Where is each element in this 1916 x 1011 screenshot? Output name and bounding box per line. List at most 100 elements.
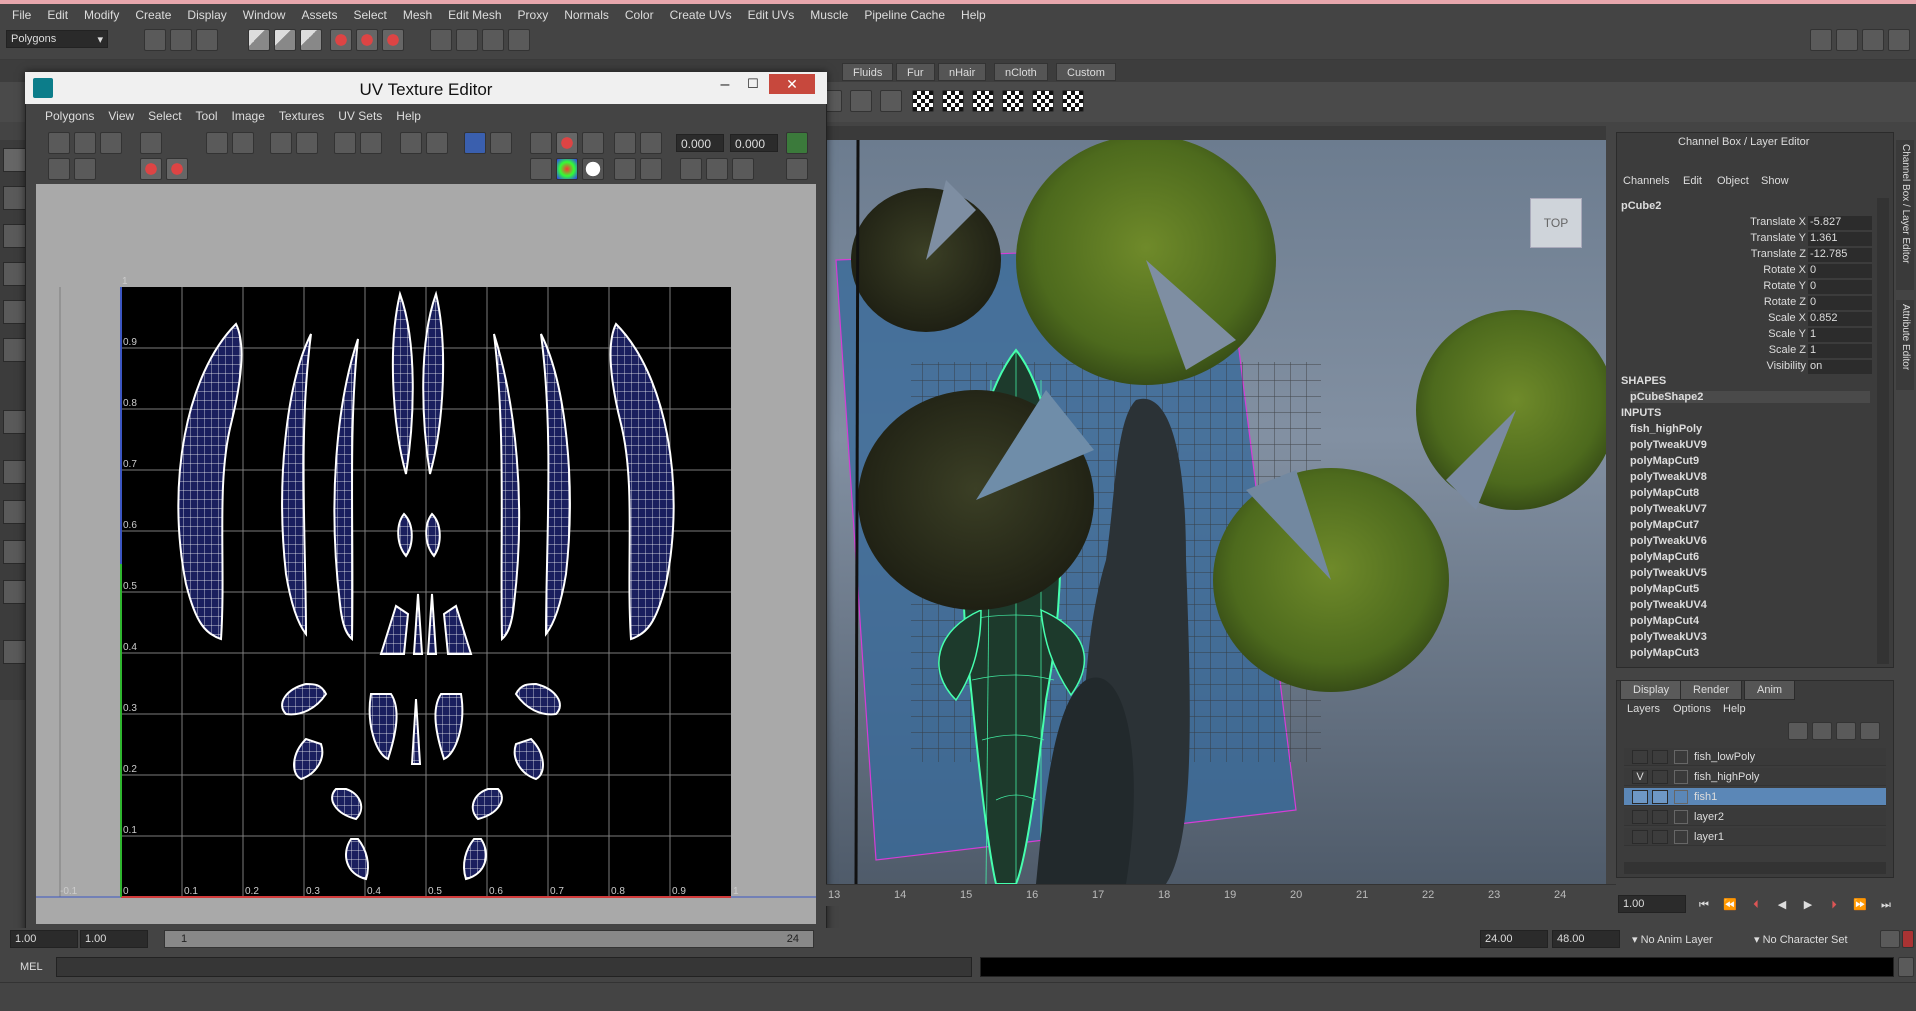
menu-edit-uvs[interactable]: Edit UVs xyxy=(740,8,803,22)
layer-horizontal-scrollbar[interactable] xyxy=(1624,862,1886,874)
shelf-checker2-icon[interactable] xyxy=(942,90,964,112)
attr-value-rotate-y[interactable]: 0 xyxy=(1808,280,1872,294)
playback-start-field[interactable]: 1.00 xyxy=(80,930,148,948)
layer-visibility-toggle[interactable] xyxy=(1632,810,1648,824)
input-item[interactable]: polyMapCut9 xyxy=(1630,455,1699,467)
input-item[interactable]: polyTweakUV8 xyxy=(1630,471,1707,483)
menu-pipeline-cache[interactable]: Pipeline Cache xyxy=(856,8,953,22)
uv-menu-polygons[interactable]: Polygons xyxy=(38,109,101,123)
command-input[interactable] xyxy=(56,957,972,977)
layer-visibility-toggle[interactable] xyxy=(1632,790,1648,804)
rotate-tool-icon[interactable] xyxy=(3,300,27,324)
layout-single-icon[interactable] xyxy=(3,410,27,434)
anim-layer-dropdown[interactable]: ▾ No Anim Layer xyxy=(1632,933,1713,946)
uv-dim-icon[interactable] xyxy=(490,132,512,154)
uv-paste-v-icon[interactable] xyxy=(706,158,728,180)
uv-lattice-icon[interactable] xyxy=(100,132,122,154)
uv-layout-icon[interactable] xyxy=(296,132,318,154)
range-slider[interactable]: 1 24 xyxy=(164,930,814,948)
uv-psd-icon[interactable] xyxy=(640,132,662,154)
shelf-tab-ncloth[interactable]: nCloth xyxy=(994,63,1048,81)
view-cube[interactable]: TOP xyxy=(1530,198,1582,248)
shelf-cone-icon[interactable] xyxy=(880,90,902,112)
uv-grid-icon[interactable] xyxy=(530,132,552,154)
layer-tab-render[interactable]: Render xyxy=(1680,680,1743,700)
play-backwards-icon[interactable]: ◀ xyxy=(1772,896,1792,914)
command-language-label[interactable]: MEL xyxy=(20,961,43,973)
shelf-checker-icon[interactable] xyxy=(912,90,934,112)
layer-visibility-toggle[interactable] xyxy=(1632,830,1648,844)
menu-window[interactable]: Window xyxy=(235,8,294,22)
channel-box-scrollbar[interactable] xyxy=(1877,198,1889,664)
shelf-checker4-icon[interactable] xyxy=(1002,90,1024,112)
snap-point-icon[interactable] xyxy=(382,29,404,51)
auto-key-icon[interactable] xyxy=(1880,930,1900,948)
go-to-end-icon[interactable]: ⏭ xyxy=(1876,896,1896,914)
layout-graph-icon[interactable] xyxy=(3,580,27,604)
cb-menu-show[interactable]: Show xyxy=(1761,175,1789,187)
uv-unfold-icon[interactable] xyxy=(270,132,292,154)
menu-help[interactable]: Help xyxy=(953,8,994,22)
input-item[interactable]: polyTweakUV7 xyxy=(1630,503,1707,515)
layout-custom-icon[interactable] xyxy=(3,640,27,664)
menu-muscle[interactable]: Muscle xyxy=(802,8,856,22)
input-item[interactable]: polyTweakUV4 xyxy=(1630,599,1707,611)
uv-u-field[interactable]: 0.000 xyxy=(676,134,724,152)
layout-four-icon[interactable] xyxy=(3,460,27,484)
layer-visibility-toggle[interactable]: V xyxy=(1632,770,1648,784)
move-tool-icon[interactable] xyxy=(3,262,27,286)
snap-curve-icon[interactable] xyxy=(356,29,378,51)
select-component-icon[interactable] xyxy=(300,29,322,51)
layer-display-type-toggle[interactable] xyxy=(1652,790,1668,804)
input-item[interactable]: polyTweakUV3 xyxy=(1630,631,1707,643)
menu-display[interactable]: Display xyxy=(179,8,234,22)
cb-menu-channels[interactable]: Channels xyxy=(1623,175,1669,187)
attr-value-scale-y[interactable]: 1 xyxy=(1808,328,1872,342)
playback-end-field[interactable]: 24.00 xyxy=(1480,930,1548,948)
input-item[interactable]: polyMapCut6 xyxy=(1630,551,1699,563)
layer-row-selected[interactable]: fish1 xyxy=(1624,788,1886,806)
script-editor-icon[interactable] xyxy=(1898,957,1914,977)
uv-snap2-icon[interactable] xyxy=(426,132,448,154)
close-icon[interactable]: ✕ xyxy=(769,74,815,94)
layer-down-icon[interactable] xyxy=(1860,722,1880,740)
shelf-checker3-icon[interactable] xyxy=(972,90,994,112)
layer-menu-help[interactable]: Help xyxy=(1723,703,1746,715)
layer-row[interactable]: layer2 xyxy=(1624,808,1886,826)
uv-menu-textures[interactable]: Textures xyxy=(272,109,331,123)
uv-cycle-icon[interactable] xyxy=(786,158,808,180)
new-layer-icon[interactable] xyxy=(1788,722,1808,740)
ipr-render-icon[interactable] xyxy=(456,29,478,51)
shelf-tab-nhair[interactable]: nHair xyxy=(938,63,987,81)
uv-menu-view[interactable]: View xyxy=(101,109,141,123)
shelf-tab-fluids[interactable]: Fluids xyxy=(842,63,894,81)
input-item[interactable]: polyTweakUV5 xyxy=(1630,567,1707,579)
uv-alpha-icon[interactable] xyxy=(582,158,604,180)
uv-sew-icon[interactable] xyxy=(206,132,228,154)
layer-visibility-toggle[interactable] xyxy=(1632,750,1648,764)
layer-display-type-toggle[interactable] xyxy=(1652,810,1668,824)
layer-row[interactable]: layer1 xyxy=(1624,828,1886,846)
uv-v-field[interactable]: 0.000 xyxy=(730,134,778,152)
current-frame-field[interactable]: 1.00 xyxy=(1618,895,1686,913)
toggle-channel-box-icon[interactable] xyxy=(1862,29,1884,51)
uv-menu-image[interactable]: Image xyxy=(225,109,272,123)
input-item[interactable]: fish_highPoly xyxy=(1630,423,1702,435)
menu-assets[interactable]: Assets xyxy=(293,8,345,22)
step-back-frame-icon[interactable]: ⏴ xyxy=(1746,896,1766,914)
side-tab-channel-box[interactable]: Channel Box / Layer Editor xyxy=(1896,140,1914,290)
toggle-layer-editor-icon[interactable] xyxy=(1888,29,1910,51)
uv-select-icon[interactable] xyxy=(48,132,70,154)
shelf-planar-icon[interactable] xyxy=(850,90,872,112)
uv-paste-icon[interactable] xyxy=(640,158,662,180)
uv-refresh-icon[interactable] xyxy=(786,132,808,154)
uv-menu-select[interactable]: Select xyxy=(141,109,188,123)
shelf-checker6-icon[interactable] xyxy=(1062,90,1084,112)
uv-menu-help[interactable]: Help xyxy=(389,109,428,123)
step-back-key-icon[interactable]: ⏪ xyxy=(1720,896,1740,914)
input-item[interactable]: polyMapCut3 xyxy=(1630,647,1699,659)
step-forward-key-icon[interactable]: ⏩ xyxy=(1850,896,1870,914)
attr-value-scale-z[interactable]: 1 xyxy=(1808,344,1872,358)
attr-value-visibility[interactable]: on xyxy=(1808,360,1872,374)
layer-display-type-toggle[interactable] xyxy=(1652,830,1668,844)
